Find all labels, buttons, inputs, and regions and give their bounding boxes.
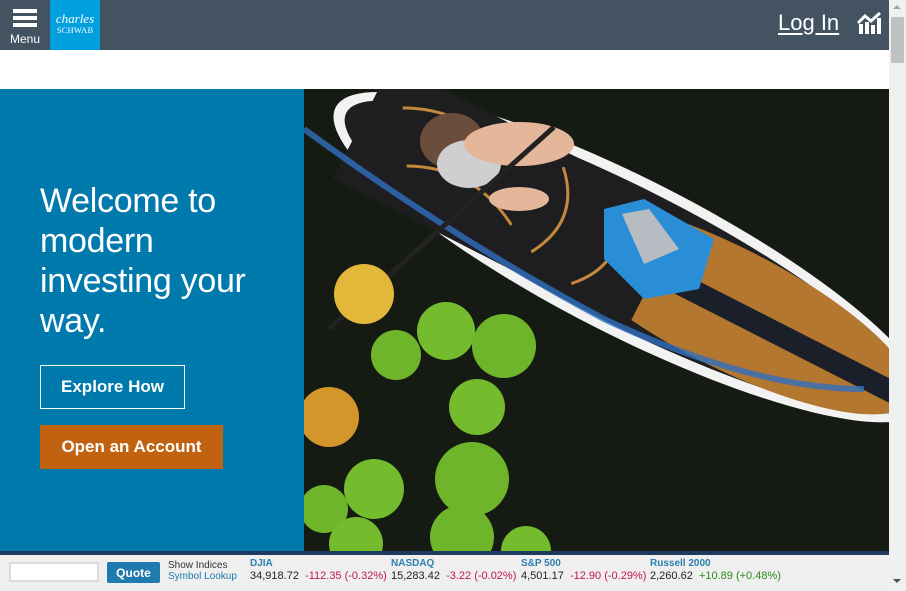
- hero-panel: Welcome to modern investing your way. Ex…: [0, 89, 304, 551]
- index-name: Russell 2000: [650, 558, 711, 569]
- market-chart-icon[interactable]: [857, 12, 881, 34]
- index-djia[interactable]: DJIA 34,918.72 -112.35 (-0.32%): [250, 558, 387, 582]
- index-name: DJIA: [250, 558, 273, 569]
- market-ticker-bar: Quote Show Indices Symbol Lookup DJIA 34…: [0, 555, 889, 591]
- quote-button[interactable]: Quote: [107, 562, 160, 583]
- login-link[interactable]: Log In: [778, 10, 839, 36]
- show-indices-link[interactable]: Show Indices: [168, 560, 227, 571]
- open-account-button[interactable]: Open an Account: [40, 425, 223, 469]
- scroll-thumb[interactable]: [891, 17, 904, 63]
- symbol-lookup-link[interactable]: Symbol Lookup: [168, 571, 237, 582]
- quote-symbol-input[interactable]: [9, 562, 99, 582]
- index-name: S&P 500: [521, 558, 561, 569]
- index-name: NASDAQ: [391, 558, 435, 569]
- menu-button[interactable]: Menu: [0, 0, 50, 50]
- hero-image: [304, 89, 889, 551]
- hamburger-icon: [13, 9, 37, 29]
- index-value: 34,918.72: [250, 570, 299, 582]
- paddleboard-illustration: [304, 89, 889, 551]
- index-change: +10.89 (+0.48%): [698, 570, 781, 582]
- index-sp500[interactable]: S&P 500 4,501.17 -12.90 (-0.29%): [521, 558, 646, 582]
- index-value: 4,501.17: [521, 570, 564, 582]
- menu-label: Menu: [9, 32, 41, 46]
- charles-schwab-logo[interactable]: charles SCHWAB: [50, 0, 100, 50]
- vertical-scrollbar[interactable]: [889, 0, 906, 591]
- logo-line2: SCHWAB: [56, 25, 94, 35]
- index-nasdaq[interactable]: NASDAQ 15,283.42 -3.22 (-0.02%): [391, 558, 516, 582]
- site-header: Menu charles SCHWAB Log In: [0, 0, 889, 50]
- index-change: -3.22 (-0.02%): [446, 570, 517, 582]
- index-russell-2000[interactable]: Russell 2000 2,260.62 +10.89 (+0.48%): [650, 558, 781, 582]
- index-value: 2,260.62: [650, 570, 693, 582]
- scroll-down-arrow-icon[interactable]: [893, 579, 901, 583]
- scroll-up-arrow-icon[interactable]: [893, 5, 901, 9]
- hero-title: Welcome to modern investing your way.: [40, 182, 246, 340]
- explore-how-button[interactable]: Explore How: [40, 365, 185, 409]
- index-value: 15,283.42: [391, 570, 440, 582]
- index-change: -12.90 (-0.29%): [569, 570, 647, 582]
- index-change: -112.35 (-0.32%): [305, 570, 387, 582]
